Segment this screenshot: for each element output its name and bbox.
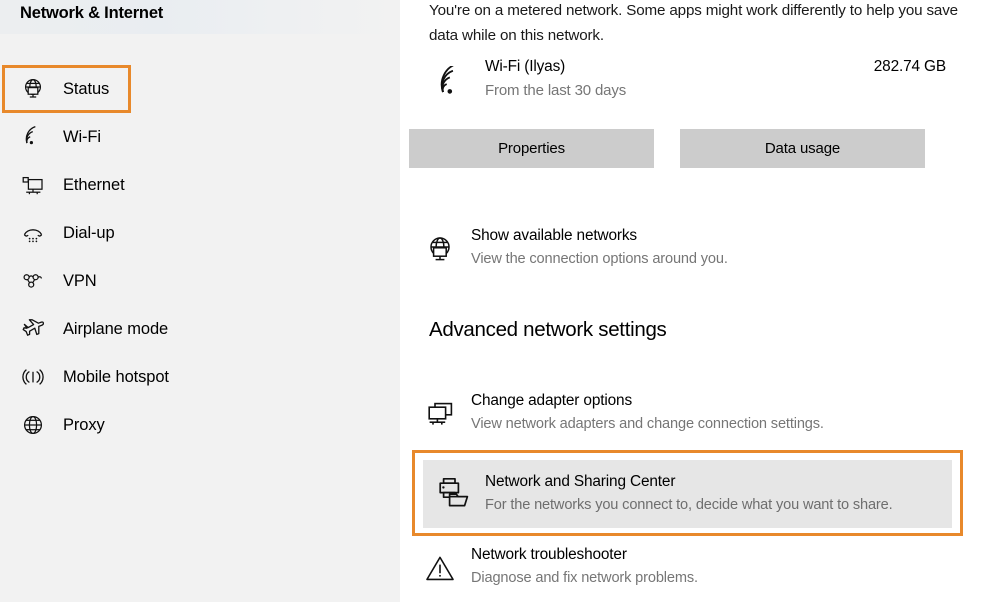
sidebar-item-dial-up[interactable]: Dial-up: [0, 209, 400, 257]
settings-window: Network & Internet Sta: [0, 0, 1002, 602]
main-content: You're on a metered network. Some apps m…: [400, 0, 1002, 602]
properties-button[interactable]: Properties: [409, 129, 654, 168]
connection-data-usage-value: 282.74 GB: [759, 58, 946, 76]
sidebar-item-label: Ethernet: [63, 176, 125, 195]
sidebar-item-airplane-mode[interactable]: Airplane mode: [0, 305, 400, 353]
wifi-icon: [18, 122, 48, 152]
dialup-phone-icon: [18, 218, 48, 248]
page-title: Network & Internet: [20, 4, 163, 23]
wifi-signal-icon: [434, 66, 470, 100]
metered-network-note: You're on a metered network. Some apps m…: [429, 0, 959, 48]
change-adapter-options-row[interactable]: Change adapter options View network adap…: [409, 387, 954, 441]
globe-monitor-icon: [18, 74, 48, 104]
sidebar-item-label: Wi-Fi: [63, 128, 101, 147]
sidebar-item-ethernet[interactable]: Ethernet: [0, 161, 400, 209]
printer-folder-share-icon: [436, 476, 472, 510]
vpn-icon: [18, 266, 48, 296]
row-title: Network troubleshooter: [471, 546, 627, 564]
show-available-networks-row[interactable]: Show available networks View the connect…: [409, 222, 954, 276]
sidebar-item-status[interactable]: Status: [0, 65, 400, 113]
network-sharing-center-highlight-box: Network and Sharing Center For the netwo…: [412, 450, 963, 536]
row-title: Show available networks: [471, 227, 637, 245]
network-troubleshooter-row[interactable]: Network troubleshooter Diagnose and fix …: [409, 541, 954, 595]
sidebar-nav-list: Status Wi-Fi: [0, 65, 400, 449]
sidebar-item-wi-fi[interactable]: Wi-Fi: [0, 113, 400, 161]
network-and-sharing-center-row[interactable]: Network and Sharing Center For the netwo…: [423, 460, 952, 528]
row-subtitle: Diagnose and fix network problems.: [471, 570, 698, 586]
connection-name: Wi-Fi (Ilyas): [485, 58, 565, 76]
row-title: Network and Sharing Center: [485, 473, 675, 491]
airplane-icon: [18, 314, 48, 344]
network-adapters-icon: [423, 399, 457, 431]
sidebar: Network & Internet Sta: [0, 0, 400, 602]
sidebar-item-proxy[interactable]: Proxy: [0, 401, 400, 449]
selection-accent-bar: [2, 74, 5, 104]
sidebar-item-label: Mobile hotspot: [63, 368, 169, 387]
sidebar-item-vpn[interactable]: VPN: [0, 257, 400, 305]
row-subtitle: View the connection options around you.: [471, 251, 728, 267]
connection-period: From the last 30 days: [485, 82, 626, 99]
sidebar-item-label: Proxy: [63, 416, 105, 435]
connection-summary-row: Wi-Fi (Ilyas) From the last 30 days 282.…: [429, 58, 946, 108]
sidebar-item-label: Dial-up: [63, 224, 115, 243]
globe-icon: [18, 410, 48, 440]
ethernet-icon: [18, 170, 48, 200]
globe-monitor-icon: [423, 234, 457, 266]
sidebar-item-label: VPN: [63, 272, 97, 291]
data-usage-button[interactable]: Data usage: [680, 129, 925, 168]
advanced-network-settings-heading: Advanced network settings: [429, 318, 667, 342]
sidebar-item-label: Status: [63, 80, 109, 99]
warning-triangle-icon: [423, 553, 457, 585]
hotspot-icon: [18, 362, 48, 392]
sidebar-item-label: Airplane mode: [63, 320, 168, 339]
row-subtitle: View network adapters and change connect…: [471, 416, 824, 432]
sidebar-item-mobile-hotspot[interactable]: Mobile hotspot: [0, 353, 400, 401]
row-subtitle: For the networks you connect to, decide …: [485, 497, 893, 513]
row-title: Change adapter options: [471, 392, 632, 410]
